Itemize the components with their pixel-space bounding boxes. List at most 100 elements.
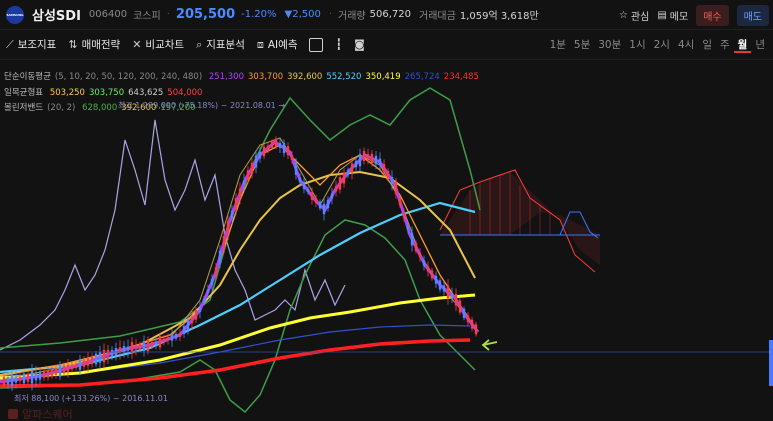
candle-body xyxy=(94,353,98,365)
shuffle-icon: ✕ xyxy=(132,38,142,51)
period-2[interactable]: 30분 xyxy=(594,37,625,53)
watermark-text: 알파스퀘어 xyxy=(22,408,73,421)
price-chart[interactable] xyxy=(0,60,773,421)
candle-body xyxy=(50,369,54,376)
candle-body xyxy=(306,189,310,193)
bollinger-lower xyxy=(0,219,476,414)
candle-body xyxy=(406,226,410,231)
candle-body xyxy=(38,372,42,380)
period-0[interactable]: 1분 xyxy=(546,37,570,53)
indicator-label: 보조지표 xyxy=(17,39,57,51)
candle-body xyxy=(394,182,398,195)
drawing-tool-icon[interactable] xyxy=(309,37,324,52)
ai-predict-button[interactable]: ⧈ AI예측 xyxy=(257,37,298,52)
candle-body xyxy=(178,333,182,337)
candle-body xyxy=(466,315,470,323)
current-price-arrow-icon xyxy=(481,339,498,351)
candle-body xyxy=(354,160,358,168)
analysis-button[interactable]: ⌕ 지표분석 xyxy=(196,37,245,52)
candle-body xyxy=(14,376,18,383)
candle-body xyxy=(338,177,342,190)
candle-body xyxy=(158,335,162,348)
candle-body xyxy=(70,365,74,370)
star-icon: ☆ xyxy=(618,10,628,21)
volume-label: 거래량 xyxy=(338,11,366,22)
analysis-label: 지표분석 xyxy=(206,39,245,51)
candle-body xyxy=(166,337,170,341)
screenshot-button[interactable]: ◙ xyxy=(354,38,365,51)
memo-icon: ▤ xyxy=(657,10,667,21)
candle-body xyxy=(106,349,110,360)
candle-body xyxy=(174,334,178,339)
candle-body xyxy=(126,346,130,351)
candle-body xyxy=(34,372,38,381)
candle-body xyxy=(294,162,298,175)
candle-body xyxy=(230,210,234,219)
period-3[interactable]: 1시 xyxy=(625,37,649,53)
bollinger-upper xyxy=(0,87,481,349)
candle-body xyxy=(474,324,478,335)
period-6[interactable]: 일 xyxy=(698,37,716,53)
compare-button[interactable]: ✕ 비교차트 xyxy=(132,37,184,52)
candle-body xyxy=(322,203,326,215)
sell-button[interactable]: 매도 xyxy=(736,5,769,26)
period-4[interactable]: 2시 xyxy=(650,37,674,53)
candle-body xyxy=(410,232,414,246)
candle-body xyxy=(334,186,338,192)
candle-body xyxy=(446,285,450,299)
strategy-button[interactable]: ⇅ 매매전략 xyxy=(68,37,120,52)
candle-body xyxy=(46,370,50,378)
candle-body xyxy=(450,293,454,297)
candle-body xyxy=(22,373,26,384)
candle-body xyxy=(310,192,314,200)
candle-body xyxy=(434,275,438,284)
candle-body xyxy=(298,177,302,183)
alphasquare-logo-icon xyxy=(8,409,18,419)
candle-body xyxy=(150,341,154,347)
candle-body xyxy=(234,197,238,211)
candle-body xyxy=(42,371,46,378)
memo-button[interactable]: ▤ 메모 xyxy=(657,8,688,23)
candle-body xyxy=(66,364,70,372)
buy-button[interactable]: 매수 xyxy=(696,5,729,26)
period-7[interactable]: 주 xyxy=(716,37,734,53)
ai-predict-label: AI예측 xyxy=(267,39,298,51)
candle-body xyxy=(74,364,78,369)
candle-body xyxy=(278,142,282,148)
candle-body xyxy=(6,377,10,385)
price-scale-marker xyxy=(769,340,773,386)
period-8[interactable]: 월 xyxy=(733,37,752,53)
stock-header: SAMSUNG 삼성SDI 006400 코스피 · 205,500 -1.20… xyxy=(0,0,773,30)
candle-body xyxy=(82,360,86,367)
candle-body xyxy=(342,172,346,184)
watchlist-button[interactable]: ☆ 관심 xyxy=(619,8,649,23)
candlestick-icon: ┇ xyxy=(335,38,343,51)
period-9[interactable]: 년 xyxy=(751,37,769,53)
candle-body xyxy=(18,377,22,381)
candle-body xyxy=(154,341,158,345)
indicator-button[interactable]: ⟋ 보조지표 xyxy=(6,37,56,52)
period-1[interactable]: 5분 xyxy=(570,37,594,53)
candle-body xyxy=(250,162,254,174)
current-price: 205,500 xyxy=(175,7,236,22)
candle-body xyxy=(418,252,422,258)
period-5[interactable]: 4시 xyxy=(674,37,698,53)
stock-code: 006400 xyxy=(88,9,128,20)
candle-body xyxy=(318,201,322,209)
compare-label: 비교차트 xyxy=(145,39,185,51)
candle-body xyxy=(382,163,386,173)
candle-body xyxy=(266,145,270,151)
candle-body xyxy=(170,334,174,341)
candle-body xyxy=(30,371,34,384)
analysis-icon: ⌕ xyxy=(196,37,203,51)
candle-type-button[interactable]: ┇ xyxy=(335,38,342,51)
candle-body xyxy=(374,155,378,165)
candle-body xyxy=(458,300,462,313)
stock-name[interactable]: 삼성SDI xyxy=(32,5,81,24)
candle-body xyxy=(62,365,66,374)
candle-body xyxy=(258,151,262,159)
candle-body xyxy=(162,338,166,343)
ma-120-line xyxy=(0,201,476,374)
strategy-label: 매매전략 xyxy=(81,39,121,51)
candle-body xyxy=(386,170,390,178)
